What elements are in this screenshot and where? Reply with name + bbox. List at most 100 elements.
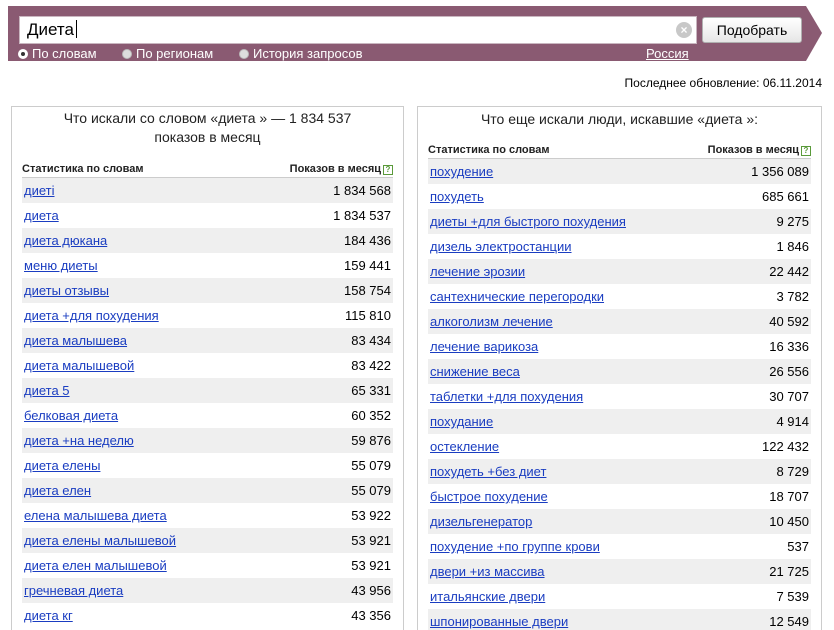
keyword-link[interactable]: похудеть (430, 189, 484, 204)
search-input[interactable]: Диета × (19, 16, 697, 44)
keyword-link[interactable]: сантехнические перегородки (430, 289, 604, 304)
impressions-count: 1 834 568 (333, 183, 391, 198)
help-icon[interactable]: ? (383, 164, 393, 175)
column-keyword: Статистика по словам (428, 143, 550, 156)
submit-button[interactable]: Подобрать (702, 17, 802, 43)
mode-by-words[interactable]: По словам (18, 46, 97, 61)
impressions-count: 60 352 (351, 408, 391, 423)
keyword-link[interactable]: елена малышева диета (24, 508, 167, 523)
impressions-count: 53 922 (351, 508, 391, 523)
impressions-count: 12 549 (769, 614, 809, 629)
clear-icon[interactable]: × (676, 22, 692, 38)
keyword-link[interactable]: диета +на неделю (24, 433, 134, 448)
keyword-link[interactable]: диета 5 (24, 383, 70, 398)
keyword-link[interactable]: остекление (430, 439, 499, 454)
keyword-link[interactable]: диеті (24, 183, 55, 198)
impressions-count: 1 846 (776, 239, 809, 254)
panel-related-with-word: Что искали со словом «диета » — 1 834 53… (11, 106, 404, 630)
keyword-link[interactable]: диета елен малышевой (24, 558, 167, 573)
keyword-link[interactable]: диета кг (24, 608, 73, 623)
table-row: диеты отзывы 158 754 (22, 278, 393, 303)
impressions-count: 8 729 (776, 464, 809, 479)
table-row: диета елены малышевой 53 921 (22, 528, 393, 553)
table-row: таблетки +для похудения 30 707 (428, 384, 811, 409)
keyword-link[interactable]: итальянские двери (430, 589, 545, 604)
impressions-count: 43 956 (351, 583, 391, 598)
impressions-count: 21 725 (769, 564, 809, 579)
keyword-link[interactable]: меню диеты (24, 258, 98, 273)
table-row: похудение 1 356 089 (428, 159, 811, 184)
impressions-count: 53 921 (351, 558, 391, 573)
keyword-link[interactable]: диета малышевой (24, 358, 134, 373)
panel-also-searched: Что еще искали люди, искавшие «диета »: … (417, 106, 822, 630)
column-count-label: Показов в месяц (707, 143, 799, 156)
table-row: диета дюкана 184 436 (22, 228, 393, 253)
mode-by-regions[interactable]: По регионам (122, 46, 213, 61)
keyword-link[interactable]: алкоголизм лечение (430, 314, 553, 329)
keyword-link[interactable]: похудение (430, 164, 493, 179)
impressions-count: 159 441 (344, 258, 391, 273)
keyword-link[interactable]: диета (24, 208, 59, 223)
impressions-count: 55 079 (351, 458, 391, 473)
keyword-link[interactable]: дизель электростанции (430, 239, 572, 254)
keyword-link[interactable]: шпонированные двери (430, 614, 568, 629)
keyword-link[interactable]: лечение варикоза (430, 339, 538, 354)
table-row: диета 1 834 537 (22, 203, 393, 228)
radio-unchecked-icon[interactable] (122, 49, 132, 59)
impressions-count: 158 754 (344, 283, 391, 298)
keyword-link[interactable]: белковая диета (24, 408, 118, 423)
keyword-link[interactable]: диета дюкана (24, 233, 107, 248)
table-row: двери +из массива 21 725 (428, 559, 811, 584)
keyword-link[interactable]: быстрое похудение (430, 489, 548, 504)
keyword-link[interactable]: таблетки +для похудения (430, 389, 583, 404)
region-link[interactable]: Россия (646, 46, 689, 61)
text-caret (75, 20, 77, 38)
search-bar: Диета × Подобрать По словам По регионам … (8, 6, 822, 61)
mode-history[interactable]: История запросов (239, 46, 363, 61)
keyword-link[interactable]: диеты +для быстрого похудения (430, 214, 626, 229)
keyword-link[interactable]: диета +для похудения (24, 308, 159, 323)
keyword-link[interactable]: похудение +по группе крови (430, 539, 600, 554)
impressions-count: 53 921 (351, 533, 391, 548)
table-row: снижение веса 26 556 (428, 359, 811, 384)
keyword-link[interactable]: диета елен (24, 483, 91, 498)
table-row: дизельгенератор 10 450 (428, 509, 811, 534)
keyword-link[interactable]: похудеть +без диет (430, 464, 546, 479)
keyword-link[interactable]: похудание (430, 414, 493, 429)
column-count-label: Показов в месяц (289, 162, 381, 175)
impressions-count: 115 810 (344, 308, 391, 323)
impressions-count: 22 442 (769, 264, 809, 279)
impressions-count: 7 539 (776, 589, 809, 604)
search-input-value[interactable]: Диета (27, 20, 74, 39)
keyword-link[interactable]: диета елены малышевой (24, 533, 176, 548)
panel-title: Что искали со словом «диета » — 1 834 53… (12, 109, 403, 147)
keyword-link[interactable]: диета малышева (24, 333, 127, 348)
table-body: похудение 1 356 089 похудеть 685 661 диеты +… (428, 159, 811, 630)
mode-label: По регионам (136, 46, 214, 61)
impressions-count: 537 (787, 539, 809, 554)
table-row: сантехнические перегородки 3 782 (428, 284, 811, 309)
table-row: похудание 4 914 (428, 409, 811, 434)
keyword-link[interactable]: дизельгенератор (430, 514, 532, 529)
impressions-count: 18 707 (769, 489, 809, 504)
help-icon[interactable]: ? (801, 145, 811, 156)
keyword-link[interactable]: гречневая диета (24, 583, 123, 598)
table-row: лечение эрозии 22 442 (428, 259, 811, 284)
impressions-count: 43 356 (351, 608, 391, 623)
keyword-link[interactable]: двери +из массива (430, 564, 545, 579)
keyword-link[interactable]: снижение веса (430, 364, 520, 379)
table-row: диета елен малышевой 53 921 (22, 553, 393, 578)
table-row: диета +на неделю 59 876 (22, 428, 393, 453)
table-row: диета елен 55 079 (22, 478, 393, 503)
keyword-link[interactable]: диеты отзывы (24, 283, 109, 298)
table-row: дизель электростанции 1 846 (428, 234, 811, 259)
keyword-link[interactable]: диета елены (24, 458, 100, 473)
table-row: похудеть +без диет 8 729 (428, 459, 811, 484)
mode-label: История запросов (253, 46, 363, 61)
keyword-link[interactable]: лечение эрозии (430, 264, 525, 279)
radio-unchecked-icon[interactable] (239, 49, 249, 59)
table-row: гречневая диета 43 956 (22, 578, 393, 603)
table-row: диеті 1 834 568 (22, 178, 393, 203)
radio-checked-icon[interactable] (18, 49, 28, 59)
table-row: алкоголизм лечение 40 592 (428, 309, 811, 334)
